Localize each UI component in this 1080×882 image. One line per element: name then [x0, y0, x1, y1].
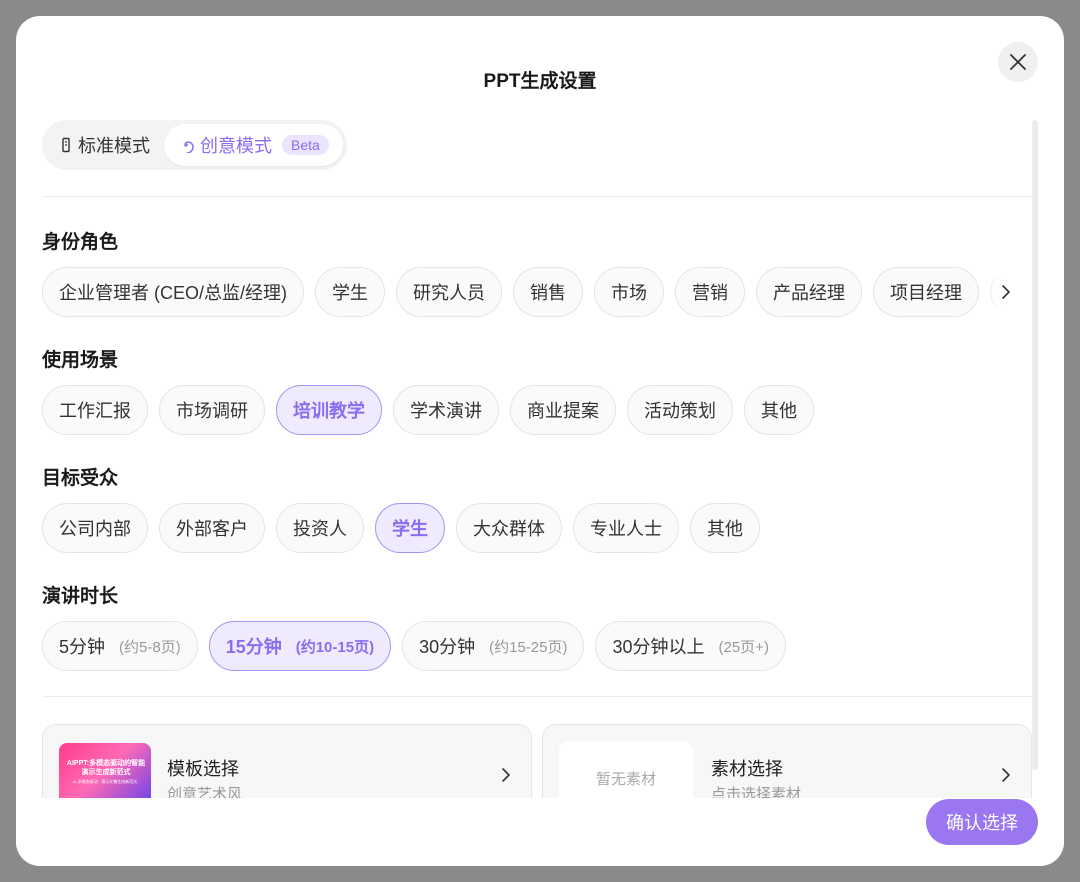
mode-creative-label: 创意模式	[200, 136, 272, 156]
role-chip[interactable]: 销售	[513, 267, 583, 317]
role-chip[interactable]: 项目经理	[873, 267, 979, 317]
audience-chip[interactable]: 大众群体	[456, 503, 562, 553]
scene-chip[interactable]: 工作汇报	[42, 385, 148, 435]
duration-label: 5分钟	[59, 637, 106, 657]
role-options-viewport: 企业管理者 (CEO/总监/经理) 学生 研究人员 销售 市场 营销 产品经理 …	[42, 267, 1032, 317]
template-thumbnail-title: AIPPT:多模态驱动的智能演示生成新范式	[66, 760, 146, 776]
duration-pages: (约5-8页)	[119, 638, 181, 656]
mode-switch: 标准模式 创意模式 Beta	[42, 120, 347, 170]
chevron-right-icon	[502, 768, 510, 782]
footer-bar	[16, 798, 1064, 866]
duration-pages: (25页+)	[718, 638, 769, 656]
audience-chip[interactable]: 投资人	[276, 503, 364, 553]
divider	[42, 196, 1032, 197]
duration-label: 30分钟以上	[612, 637, 705, 657]
scene-chip[interactable]: 其他	[744, 385, 814, 435]
duration-label: 15分钟	[225, 637, 282, 657]
scrollbar[interactable]	[1032, 120, 1038, 770]
role-chip[interactable]: 产品经理	[756, 267, 862, 317]
material-card-title: 素材选择	[711, 759, 783, 779]
audience-options: 公司内部 外部客户 投资人 学生 大众群体 专业人士 其他	[42, 503, 760, 553]
section-label-duration: 演讲时长	[42, 586, 119, 607]
beta-badge: Beta	[282, 135, 329, 155]
mode-creative-button[interactable]: 创意模式 Beta	[164, 124, 343, 166]
chevron-right-icon	[1002, 768, 1010, 782]
scene-chip[interactable]: 市场调研	[159, 385, 265, 435]
document-icon	[62, 137, 70, 153]
role-chip[interactable]: 市场	[594, 267, 664, 317]
close-button[interactable]	[998, 42, 1038, 82]
scene-chip[interactable]: 商业提案	[510, 385, 616, 435]
role-chip[interactable]: 营销	[675, 267, 745, 317]
duration-label: 30分钟	[419, 637, 476, 657]
duration-pages: (约10-15页)	[295, 638, 375, 656]
audience-chip[interactable]: 专业人士	[573, 503, 679, 553]
scene-options: 工作汇报 市场调研 培训教学 学术演讲 商业提案 活动策划 其他	[42, 385, 814, 435]
audience-chip[interactable]: 外部客户	[159, 503, 265, 553]
audience-chip-selected[interactable]: 学生	[375, 503, 445, 553]
duration-chip[interactable]: 30分钟以上 (25页+)	[595, 621, 786, 671]
scene-chip-selected[interactable]: 培训教学	[276, 385, 382, 435]
ppt-settings-dialog: PPT生成设置 标准模式 创意模式 Beta 身份角色 企业管理者 (CEO/总…	[16, 16, 1064, 866]
chevron-right-icon	[1002, 285, 1010, 299]
scene-chip[interactable]: 学术演讲	[393, 385, 499, 435]
scene-chip[interactable]: 活动策划	[627, 385, 733, 435]
duration-options: 5分钟 (约5-8页) 15分钟 (约10-15页) 30分钟 (约15-25页…	[42, 621, 786, 671]
section-label-scene: 使用场景	[42, 350, 119, 371]
section-label-role: 身份角色	[42, 232, 119, 253]
duration-pages: (约15-25页)	[489, 638, 568, 656]
duration-chip[interactable]: 5分钟 (约5-8页)	[42, 621, 198, 671]
role-options: 企业管理者 (CEO/总监/经理) 学生 研究人员 销售 市场 营销 产品经理 …	[42, 267, 1032, 317]
audience-chip[interactable]: 其他	[690, 503, 760, 553]
template-card-title: 模板选择	[167, 759, 239, 779]
mode-standard-button[interactable]: 标准模式	[46, 124, 164, 166]
section-label-audience: 目标受众	[42, 468, 119, 489]
scroll-right-button[interactable]	[980, 267, 1032, 317]
confirm-button[interactable]: 确认选择	[926, 799, 1038, 845]
dialog-title: PPT生成设置	[483, 71, 597, 92]
close-icon	[1010, 54, 1026, 70]
duration-chip[interactable]: 30分钟 (约15-25页)	[402, 621, 585, 671]
divider	[42, 696, 1032, 697]
role-chip[interactable]: 研究人员	[396, 267, 502, 317]
role-chip[interactable]: 企业管理者 (CEO/总监/经理)	[42, 267, 304, 317]
mode-standard-label: 标准模式	[78, 136, 150, 156]
audience-chip[interactable]: 公司内部	[42, 503, 148, 553]
duration-chip-selected[interactable]: 15分钟 (约10-15页)	[208, 621, 392, 671]
template-thumbnail-subtitle: AI 多模态驱动 · 演示文稿生成新范式	[72, 779, 138, 784]
role-chip[interactable]: 学生	[315, 267, 385, 317]
spiral-icon	[184, 141, 194, 153]
